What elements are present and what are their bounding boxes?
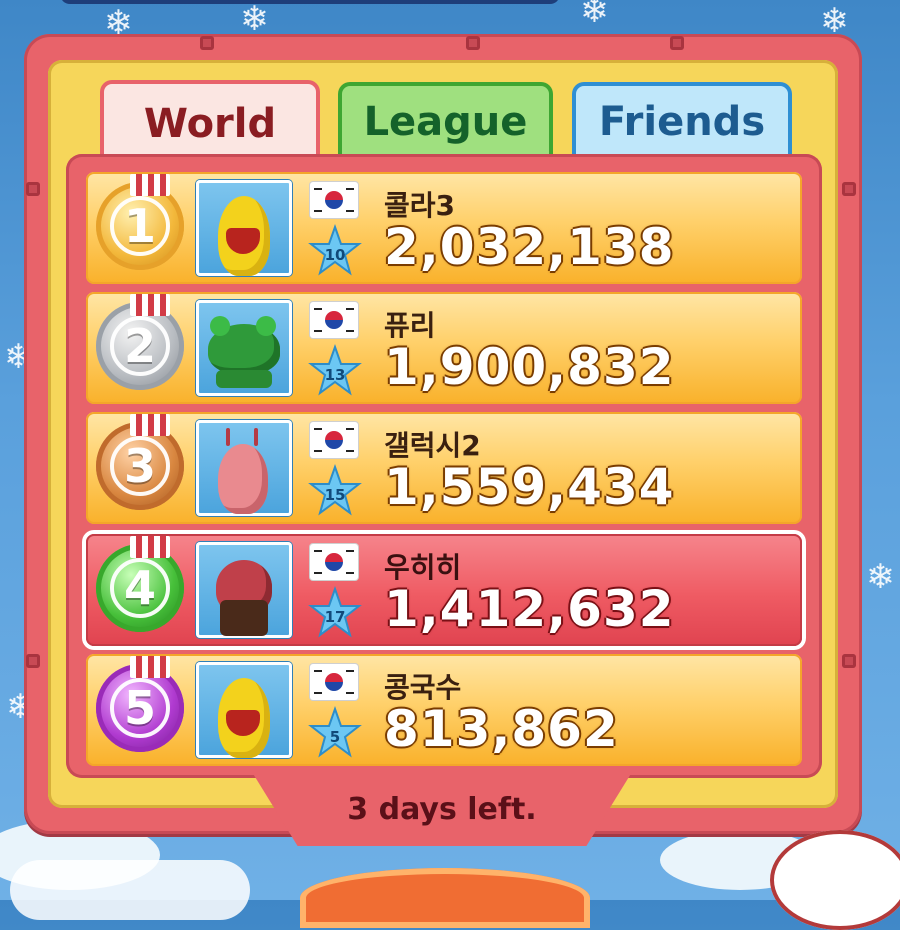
- ranking-row-current-player[interactable]: 4 17 우히히 1,412,632: [86, 534, 802, 646]
- bottom-left-decoration: [10, 860, 250, 920]
- ranking-row[interactable]: 1 10 콜라3 2,032,138: [86, 172, 802, 284]
- medal-green-icon: 4: [96, 536, 184, 632]
- level-number: 15: [324, 486, 346, 504]
- rank-number: 4: [110, 558, 170, 618]
- time-remaining-text: 3 days left.: [347, 791, 537, 827]
- rank-number: 2: [110, 316, 170, 376]
- level-star-icon: 10: [308, 224, 362, 278]
- snowflake-icon: ❄: [580, 0, 609, 31]
- medal-purple-icon: 5: [96, 656, 184, 752]
- player-score: 813,862: [384, 700, 619, 758]
- player-score: 1,412,632: [384, 580, 675, 638]
- player-score: 1,559,434: [384, 458, 675, 516]
- green-frog-icon[interactable]: [196, 300, 292, 396]
- level-number: 13: [324, 366, 346, 384]
- medal-bronze-icon: 3: [96, 414, 184, 510]
- rank-number: 1: [110, 196, 170, 256]
- ranking-row[interactable]: 3 15 갤럭시2 1,559,434: [86, 412, 802, 524]
- red-character-icon[interactable]: [196, 542, 292, 638]
- medal-silver-icon: 2: [96, 294, 184, 390]
- tab-friends[interactable]: Friends: [572, 82, 792, 158]
- level-star-icon: 17: [308, 586, 362, 640]
- yellow-larva-icon[interactable]: [196, 662, 292, 758]
- medal-gold-icon: 1: [96, 174, 184, 270]
- bolt: [200, 36, 214, 50]
- bolt: [466, 36, 480, 50]
- ranking-row[interactable]: 2 13 퓨리 1,900,832: [86, 292, 802, 404]
- level-number: 10: [324, 246, 346, 264]
- bolt: [842, 654, 856, 668]
- korea-flag-icon: [310, 544, 358, 580]
- tab-world[interactable]: World: [100, 80, 320, 164]
- bottom-play-button[interactable]: [300, 868, 590, 928]
- snowflake-icon: ❄: [866, 557, 895, 597]
- snowflake-icon: ❄: [820, 1, 849, 41]
- korea-flag-icon: [310, 182, 358, 218]
- ranking-row[interactable]: 5 5 콩국수 813,862: [86, 654, 802, 766]
- level-star-icon: 5: [308, 706, 362, 760]
- tab-league[interactable]: League: [338, 82, 553, 158]
- player-score: 2,032,138: [384, 218, 675, 276]
- player-score: 1,900,832: [384, 338, 675, 396]
- level-star-icon: 13: [308, 344, 362, 398]
- korea-flag-icon: [310, 664, 358, 700]
- bottom-right-decoration: [770, 830, 900, 930]
- level-number: 5: [329, 728, 341, 746]
- top-bar: [60, 0, 560, 4]
- snowflake-icon: ❄: [240, 0, 269, 39]
- bolt: [26, 182, 40, 196]
- korea-flag-icon: [310, 422, 358, 458]
- bolt: [842, 182, 856, 196]
- level-number: 17: [324, 608, 346, 626]
- korea-flag-icon: [310, 302, 358, 338]
- bolt: [26, 654, 40, 668]
- rank-number: 3: [110, 436, 170, 496]
- time-remaining-banner: 3 days left.: [252, 772, 632, 846]
- pink-larva-icon[interactable]: [196, 420, 292, 516]
- bolt: [670, 36, 684, 50]
- yellow-larva-icon[interactable]: [196, 180, 292, 276]
- rank-number: 5: [110, 678, 170, 738]
- level-star-icon: 15: [308, 464, 362, 518]
